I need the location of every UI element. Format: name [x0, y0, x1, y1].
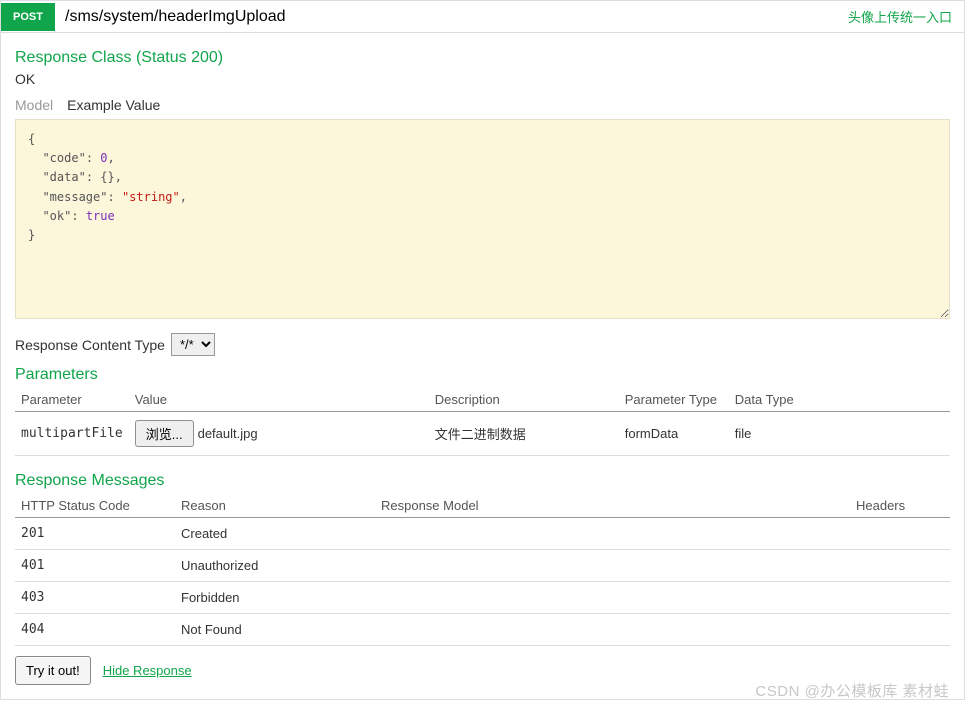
col-response-model: Response Model	[375, 494, 850, 518]
status-code: 404	[15, 614, 175, 646]
operation-body: Response Class (Status 200) OK Model Exa…	[1, 33, 964, 699]
param-description: 文件二进制数据	[429, 412, 619, 456]
schema-tabs: Model Example Value	[15, 97, 950, 113]
status-reason: Unauthorized	[175, 550, 375, 582]
status-code: 403	[15, 582, 175, 614]
method-badge: POST	[1, 3, 55, 31]
parameters-title: Parameters	[15, 366, 950, 384]
status-reason: Not Found	[175, 614, 375, 646]
table-row: 401 Unauthorized	[15, 550, 950, 582]
try-it-out-button[interactable]: Try it out!	[15, 656, 91, 685]
status-code: 401	[15, 550, 175, 582]
table-row: 201 Created	[15, 518, 950, 550]
col-data-type: Data Type	[729, 388, 950, 412]
example-value-box[interactable]: { "code": 0, "data": {}, "message": "str…	[15, 119, 950, 319]
response-status-text: OK	[15, 71, 950, 87]
status-reason: Created	[175, 518, 375, 550]
endpoint-path: /sms/system/headerImgUpload	[55, 2, 836, 32]
file-name-label: default.jpg	[198, 426, 258, 441]
col-reason: Reason	[175, 494, 375, 518]
tab-example-value[interactable]: Example Value	[67, 97, 160, 113]
response-content-type-select[interactable]: */*	[171, 333, 215, 356]
table-row: multipartFile 浏览... default.jpg 文件二进制数据 …	[15, 412, 950, 456]
operation-header[interactable]: POST /sms/system/headerImgUpload 头像上传统一入…	[1, 1, 964, 33]
response-messages-title: Response Messages	[15, 472, 950, 490]
file-browse-button[interactable]: 浏览...	[135, 420, 194, 447]
table-row: 403 Forbidden	[15, 582, 950, 614]
endpoint-summary: 头像上传统一入口	[836, 1, 964, 32]
param-type: formData	[619, 412, 729, 456]
col-description: Description	[429, 388, 619, 412]
status-code: 201	[15, 518, 175, 550]
operation-panel: POST /sms/system/headerImgUpload 头像上传统一入…	[0, 0, 965, 700]
param-data-type: file	[729, 412, 950, 456]
table-row: 404 Not Found	[15, 614, 950, 646]
parameters-table: Parameter Value Description Parameter Ty…	[15, 388, 950, 456]
col-http-status: HTTP Status Code	[15, 494, 175, 518]
hide-response-link[interactable]: Hide Response	[103, 663, 192, 678]
col-parameter-type: Parameter Type	[619, 388, 729, 412]
response-content-type-label: Response Content Type	[15, 337, 165, 353]
param-value-cell: 浏览... default.jpg	[129, 412, 429, 456]
col-value: Value	[129, 388, 429, 412]
response-content-type-row: Response Content Type */*	[15, 333, 950, 356]
status-reason: Forbidden	[175, 582, 375, 614]
param-name: multipartFile	[15, 412, 129, 456]
response-messages-table: HTTP Status Code Reason Response Model H…	[15, 494, 950, 646]
action-row: Try it out! Hide Response	[15, 656, 950, 685]
col-headers: Headers	[850, 494, 950, 518]
response-class-title: Response Class (Status 200)	[15, 49, 950, 67]
tab-model[interactable]: Model	[15, 97, 53, 113]
col-parameter: Parameter	[15, 388, 129, 412]
